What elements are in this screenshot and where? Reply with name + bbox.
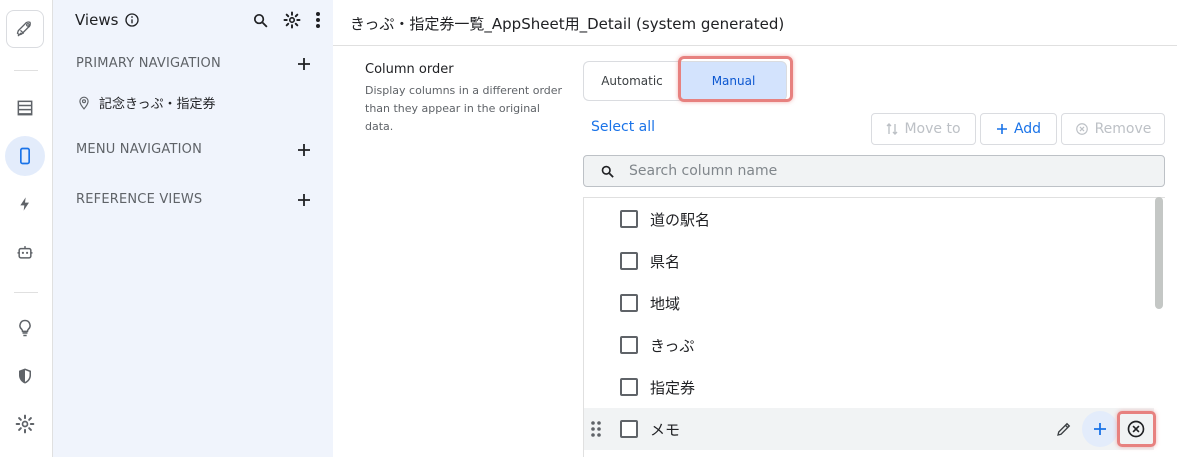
row-checkbox[interactable]	[620, 294, 638, 312]
search-icon	[600, 164, 615, 179]
list-item[interactable]: 地域	[584, 282, 1154, 324]
views-title-label: Views	[75, 11, 119, 29]
column-order-toggle: Automatic Manual	[583, 61, 792, 101]
rail-divider	[14, 70, 38, 71]
add-icon[interactable]	[1082, 411, 1118, 447]
info-icon[interactable]	[124, 12, 140, 28]
section-label: MENU NAVIGATION	[76, 142, 203, 157]
section-label: REFERENCE VIEWS	[76, 192, 203, 207]
list-item[interactable]: 指定券	[584, 366, 1154, 408]
row-checkbox[interactable]	[620, 210, 638, 228]
section-menu-navigation: MENU NAVIGATION	[76, 142, 311, 157]
lightbulb-icon[interactable]	[5, 308, 45, 348]
drag-handle-icon[interactable]	[590, 420, 602, 438]
edit-icon[interactable]	[1046, 411, 1082, 447]
rail-divider	[14, 292, 38, 293]
column-list: 道の駅名 県名 地域 きっぷ 指定券 メモ	[583, 197, 1165, 457]
section-primary-navigation: PRIMARY NAVIGATION	[76, 56, 311, 71]
search-icon[interactable]	[252, 12, 269, 29]
add-icon[interactable]	[297, 143, 311, 157]
row-checkbox[interactable]	[620, 378, 638, 396]
list-item[interactable]: 県名	[584, 240, 1154, 282]
list-item[interactable]: メモ	[584, 408, 1154, 450]
column-name: 指定券	[650, 378, 696, 397]
move-to-label: Move to	[904, 121, 961, 137]
move-to-button[interactable]: Move to	[871, 113, 976, 145]
plus-icon	[996, 123, 1008, 135]
setting-description: Display columns in a different order tha…	[365, 84, 563, 133]
remove-button[interactable]: Remove	[1061, 113, 1165, 145]
page-header: きっぷ・指定券一覧_AppSheet用_Detail (system gener…	[333, 0, 1177, 46]
column-name: きっぷ	[650, 336, 695, 355]
row-checkbox[interactable]	[620, 420, 638, 438]
add-button[interactable]: Add	[980, 113, 1057, 145]
view-item[interactable]: 記念きっぷ・指定券	[77, 93, 215, 112]
row-actions	[1046, 411, 1154, 447]
view-item-label: 記念きっぷ・指定券	[99, 97, 216, 112]
more-vert-icon[interactable]	[315, 11, 321, 29]
setting-label: Column order	[365, 62, 454, 77]
section-reference-views: REFERENCE VIEWS	[76, 192, 311, 207]
rocket-icon[interactable]	[6, 10, 44, 48]
search-input[interactable]	[629, 163, 1129, 179]
settings-icon[interactable]	[5, 404, 45, 444]
column-name: 地域	[650, 294, 681, 313]
remove-circle-icon[interactable]	[1118, 411, 1154, 447]
column-name: 県名	[650, 252, 681, 271]
app-icon[interactable]	[5, 136, 45, 176]
views-title: Views	[75, 11, 140, 29]
select-all-link[interactable]: Select all	[591, 119, 655, 135]
page-title: きっぷ・指定券一覧_AppSheet用_Detail (system gener…	[350, 15, 785, 33]
add-label: Add	[1013, 121, 1042, 137]
views-toolbar	[252, 11, 321, 29]
left-rail	[0, 0, 53, 457]
app-root: Views PRIMARY NAVIGATION 記念きっぷ・指定券 MENU …	[0, 0, 1177, 457]
cancel-icon	[1075, 122, 1089, 136]
add-icon[interactable]	[297, 193, 311, 207]
add-icon[interactable]	[297, 57, 311, 71]
bot-icon[interactable]	[5, 232, 45, 272]
section-label: PRIMARY NAVIGATION	[76, 56, 221, 71]
row-checkbox[interactable]	[620, 336, 638, 354]
views-panel: Views PRIMARY NAVIGATION 記念きっぷ・指定券 MENU …	[53, 0, 333, 457]
list-item[interactable]: 道の駅名	[584, 198, 1154, 240]
location-pin-icon	[77, 96, 91, 110]
column-name: 道の駅名	[650, 210, 711, 229]
column-name: メモ	[650, 420, 681, 439]
swap-vert-icon	[886, 122, 898, 136]
list-item[interactable]: きっぷ	[584, 324, 1154, 366]
automatic-toggle-button[interactable]: Automatic	[583, 61, 680, 101]
list-scrollbar[interactable]	[1155, 197, 1163, 309]
remove-label: Remove	[1094, 121, 1152, 137]
gear-icon[interactable]	[283, 11, 301, 29]
row-checkbox[interactable]	[620, 252, 638, 270]
manual-toggle-button[interactable]: Manual	[680, 61, 787, 101]
data-icon[interactable]	[5, 88, 45, 128]
security-icon[interactable]	[5, 356, 45, 396]
automation-icon[interactable]	[5, 184, 45, 224]
search-box	[583, 155, 1165, 187]
